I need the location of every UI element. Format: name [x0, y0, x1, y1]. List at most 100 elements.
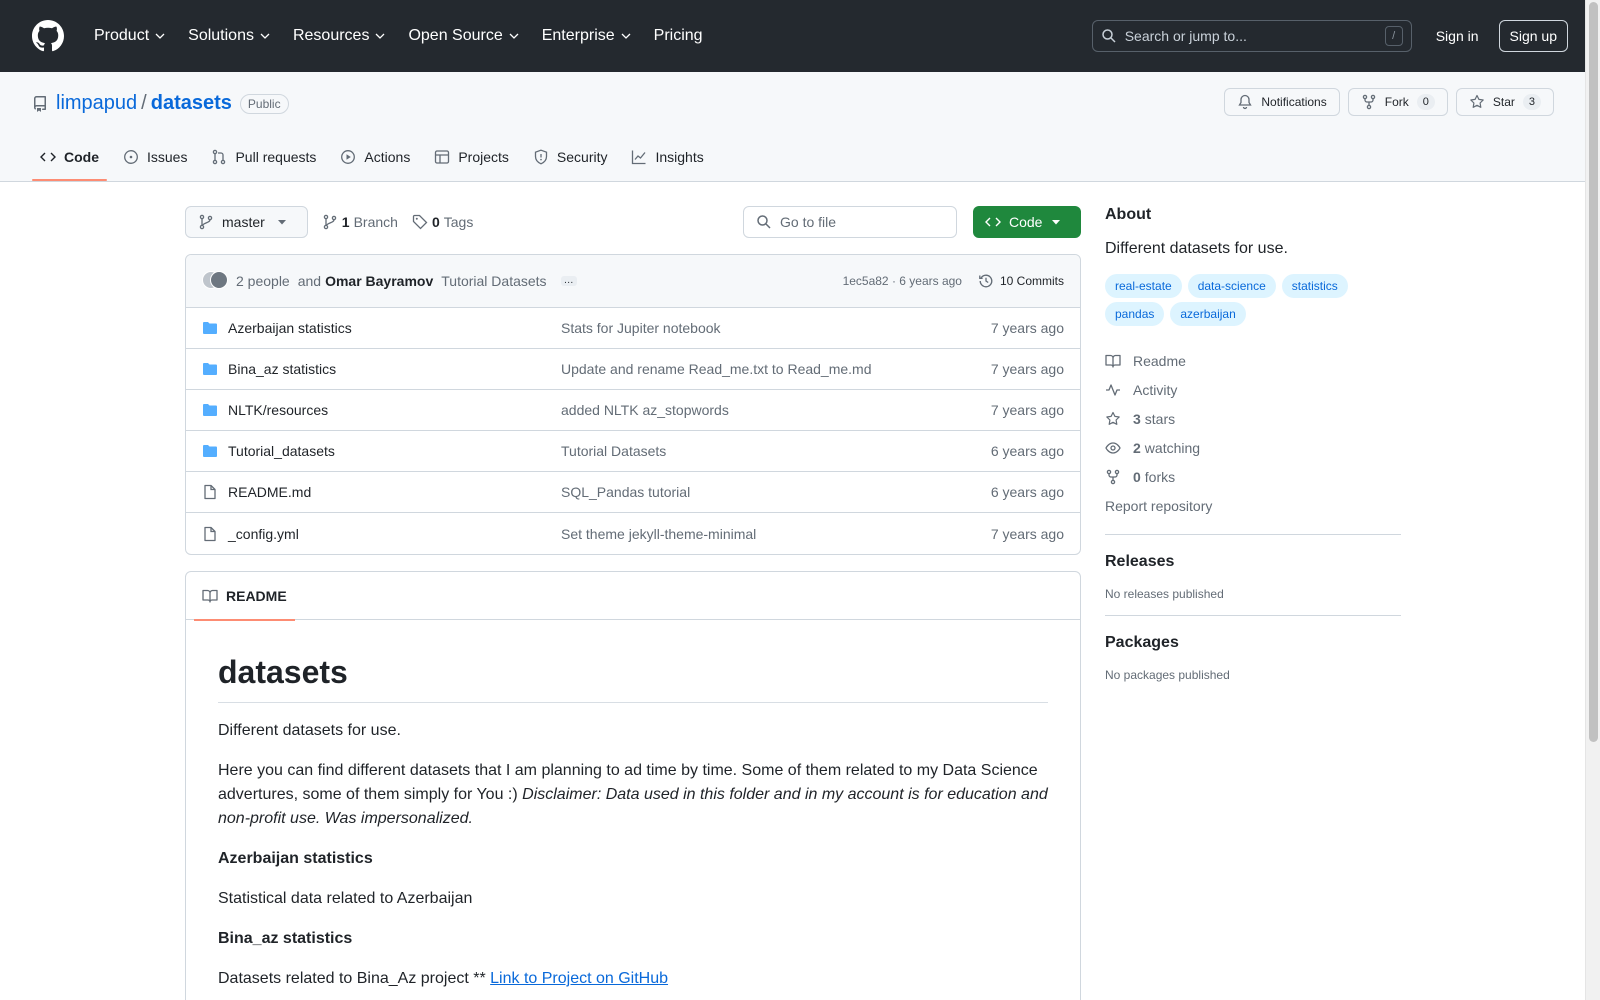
file-row[interactable]: Tutorial_datasets Tutorial Datasets 6 year… — [186, 431, 1080, 472]
vertical-scrollbar[interactable] — [1585, 0, 1600, 1000]
star-button[interactable]: Star 3 — [1455, 88, 1554, 116]
file-name-link[interactable]: Azerbaijan statistics — [228, 320, 561, 336]
star-count: 3 — [1522, 94, 1541, 110]
avatar-stack[interactable] — [202, 271, 230, 291]
branch-name: master — [222, 214, 265, 230]
file-name-link[interactable]: NLTK/resources — [228, 402, 561, 418]
file-row[interactable]: README.md SQL_Pandas tutorial 6 years ago — [186, 472, 1080, 513]
activity-link[interactable]: Activity — [1105, 375, 1401, 404]
folder-icon — [203, 404, 217, 416]
star-icon — [1470, 94, 1484, 108]
readme-tab-label: README — [226, 587, 287, 604]
notifications-button[interactable]: Notifications — [1224, 88, 1340, 116]
topic-tag[interactable]: azerbaijan — [1170, 302, 1246, 326]
sign-in-link[interactable]: Sign in — [1428, 28, 1487, 44]
commit-sha-age[interactable]: 1ec5a82 · 6 years ago — [843, 274, 962, 288]
branch-selector[interactable]: master — [185, 206, 308, 238]
branches-link[interactable]: 1 Branch — [322, 214, 398, 230]
history-icon — [979, 274, 993, 288]
chevron-down-icon — [621, 33, 631, 39]
report-repository-link[interactable]: Report repository — [1105, 491, 1401, 520]
nav-resources-label: Resources — [292, 27, 370, 44]
nav-enterprise[interactable]: Enterprise — [534, 20, 640, 52]
main-column: master 1 Branch 0 Tags Go to file Code 2… — [185, 206, 1081, 1000]
tab-code[interactable]: Code — [32, 133, 107, 181]
nav-resources[interactable]: Resources — [285, 20, 394, 52]
forks-link[interactable]: 0 forks — [1105, 462, 1401, 491]
forks-count: 0 — [1133, 468, 1141, 485]
nav-product[interactable]: Product — [86, 20, 174, 52]
stars-link[interactable]: 3 stars — [1105, 404, 1401, 433]
file-name-link[interactable]: Bina_az statistics — [228, 361, 561, 377]
topic-tag[interactable]: statistics — [1281, 274, 1348, 298]
watching-link[interactable]: 2 watching — [1105, 433, 1401, 462]
file-row[interactable]: NLTK/resources added NLTK az_stopwords 7 y… — [186, 390, 1080, 431]
repo-owner-link[interactable]: limpapud — [56, 92, 137, 115]
tab-actions[interactable]: Actions — [332, 133, 418, 181]
tab-readme[interactable]: README — [194, 572, 295, 621]
file-commit-message-link[interactable]: Update and rename Read_me.txt to Read_me… — [561, 361, 991, 377]
file-commit-message-link[interactable]: SQL_Pandas tutorial — [561, 484, 991, 500]
commit-people-link[interactable]: 2 people — [236, 273, 290, 289]
file-commit-message-link[interactable]: added NLTK az_stopwords — [561, 402, 991, 418]
nav-solutions[interactable]: Solutions — [180, 20, 279, 52]
nav-product-label: Product — [94, 27, 150, 44]
file-row[interactable]: _config.yml Set theme jekyll-theme-minima… — [186, 513, 1080, 554]
readme-link[interactable]: Readme — [1105, 346, 1401, 375]
graph-icon — [632, 150, 646, 165]
sign-up-button[interactable]: Sign up — [1498, 20, 1568, 52]
releases-heading[interactable]: Releases — [1105, 553, 1401, 571]
tag-label: Tags — [443, 214, 474, 230]
packages-heading[interactable]: Packages — [1105, 634, 1401, 652]
project-github-link[interactable]: Link to Project on GitHub — [490, 970, 668, 987]
tab-issues[interactable]: Issues — [115, 133, 195, 181]
search-icon — [1101, 29, 1116, 43]
commits-count-label: 10 Commits — [999, 274, 1064, 288]
file-name-link[interactable]: _config.yml — [228, 526, 561, 542]
caret-down-icon — [1052, 220, 1060, 225]
avatar — [210, 271, 228, 289]
repo-name-link[interactable]: datasets — [151, 92, 232, 115]
nav-pricing[interactable]: Pricing — [646, 20, 711, 52]
topic-tag[interactable]: pandas — [1105, 302, 1165, 326]
visibility-badge: Public — [239, 93, 289, 114]
file-name-link[interactable]: Tutorial_datasets — [228, 443, 561, 459]
code-icon — [985, 217, 1001, 227]
book-icon — [202, 589, 218, 603]
github-logo-icon[interactable] — [32, 20, 64, 52]
file-icon — [204, 484, 216, 500]
commit-expand-button[interactable]: … — [560, 276, 577, 286]
watching-label: watching — [1144, 439, 1201, 456]
file-row[interactable]: Azerbaijan statistics Stats for Jupiter n… — [186, 308, 1080, 349]
tab-insights[interactable]: Insights — [623, 133, 711, 181]
tab-security[interactable]: Security — [525, 133, 616, 181]
commit-author-link[interactable]: Omar Bayramov — [325, 273, 433, 289]
file-commit-message-link[interactable]: Stats for Jupiter notebook — [561, 320, 991, 336]
nav-open-source[interactable]: Open Source — [400, 20, 527, 52]
search-input[interactable]: Search or jump to... / — [1091, 20, 1412, 52]
file-name-link[interactable]: README.md — [228, 484, 561, 500]
topic-tag[interactable]: data-science — [1187, 274, 1276, 298]
file-commit-message-link[interactable]: Tutorial Datasets — [561, 443, 991, 459]
file-row[interactable]: Bina_az statistics Update and rename Read… — [186, 349, 1080, 390]
go-to-file-input[interactable]: Go to file — [743, 206, 957, 238]
issue-icon — [124, 150, 138, 164]
file-commit-message-link[interactable]: Set theme jekyll-theme-minimal — [561, 526, 991, 542]
commit-message-link[interactable]: Tutorial Datasets — [441, 273, 546, 289]
file-list: 2 people and Omar Bayramov Tutorial Data… — [185, 254, 1081, 555]
folder-icon — [203, 363, 217, 375]
commits-history-link[interactable]: 10 Commits — [978, 273, 1064, 289]
tab-projects[interactable]: Projects — [426, 133, 517, 181]
tags-link[interactable]: 0 Tags — [412, 214, 473, 230]
topic-tag[interactable]: real-estate — [1105, 274, 1182, 298]
scrollbar-thumb[interactable] — [1589, 2, 1598, 742]
code-dropdown-button[interactable]: Code — [973, 206, 1081, 238]
bell-icon — [1238, 94, 1253, 110]
tab-pull-requests[interactable]: Pull requests — [203, 133, 324, 181]
tag-count: 0 — [431, 214, 440, 230]
sidebar-divider — [1105, 615, 1401, 616]
readme-bina-paragraph: Datasets related to Bina_Az project ** L… — [218, 967, 1048, 991]
fork-button[interactable]: Fork 0 — [1347, 88, 1448, 116]
sidebar-divider — [1105, 534, 1401, 535]
nav-enterprise-label: Enterprise — [541, 27, 615, 44]
